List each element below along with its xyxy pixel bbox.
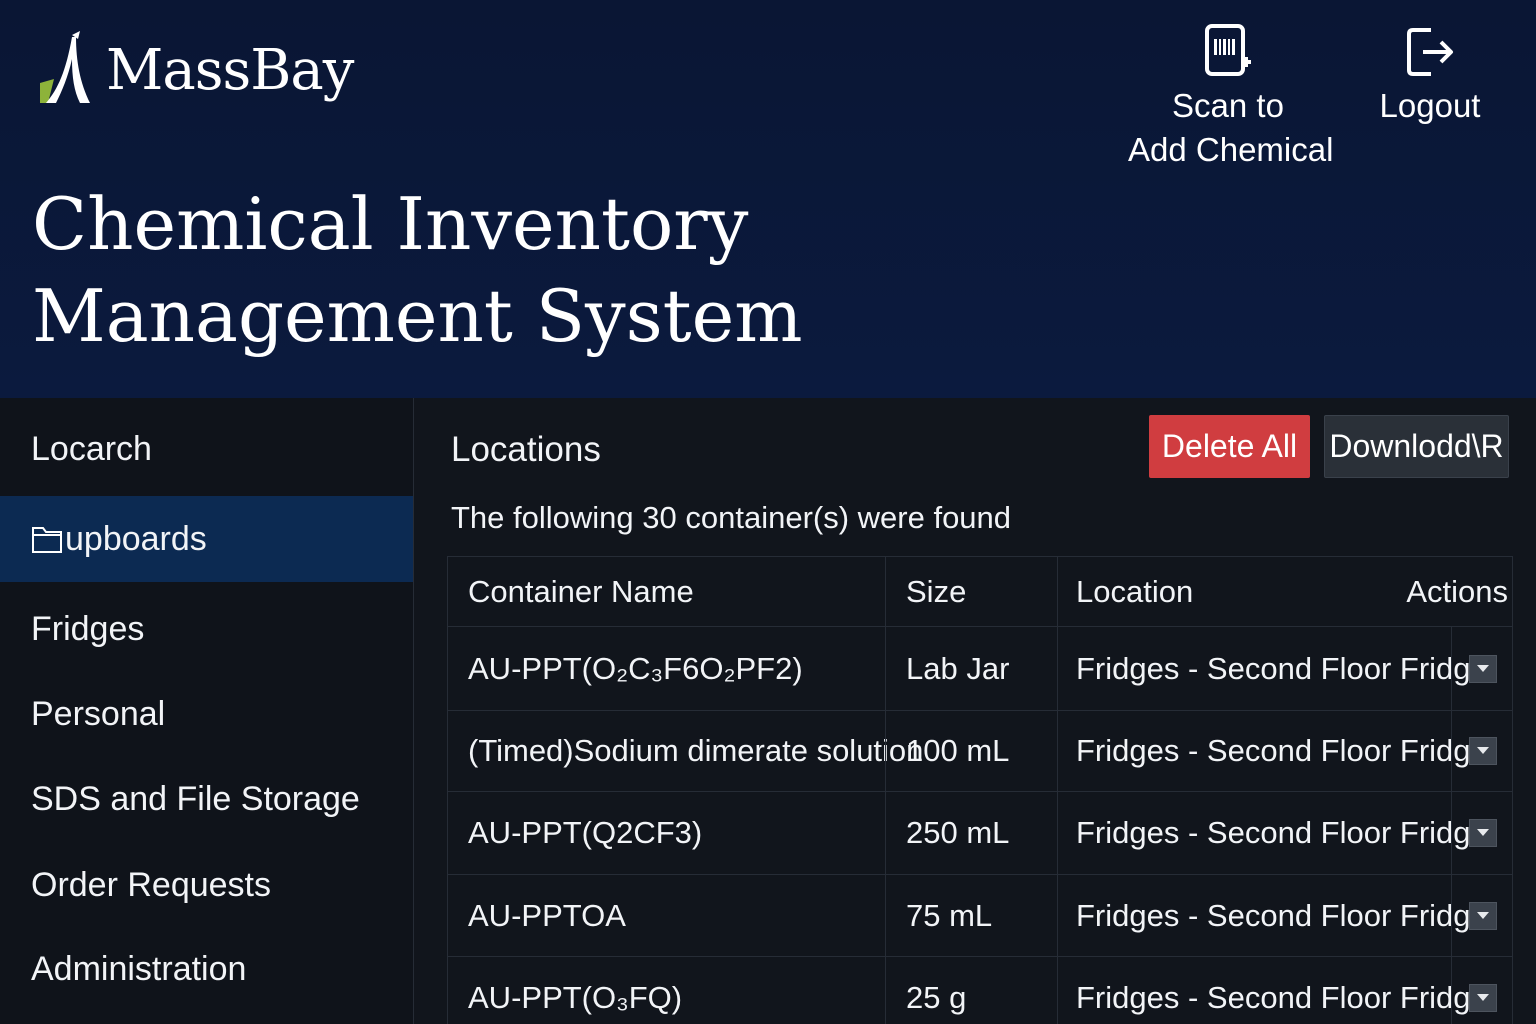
sidebar-item-personal[interactable]: Personal <box>0 671 413 757</box>
logout-icon <box>1407 28 1453 76</box>
table-row[interactable]: AU-PPTOA 75 mL Fridges - Second Floor Fr… <box>448 875 1512 957</box>
sidebar-item-label: upboards <box>65 519 207 558</box>
table-row[interactable]: AU-PPT(O₂C₃F6O₂PF2) Lab Jar Fridges - Se… <box>448 627 1512 711</box>
folder-icon <box>32 527 62 553</box>
logout-label: Logout <box>1379 87 1481 124</box>
chevron-down-icon <box>1477 664 1489 672</box>
location-cell: Fridges - Second Floor Fridge <box>1057 711 1488 791</box>
logout-button[interactable]: Logout <box>1370 26 1490 128</box>
chevron-down-icon <box>1477 747 1489 754</box>
table-row[interactable]: (Timed)Sodium dimerate solution 100 mL F… <box>448 711 1512 792</box>
actions-cell <box>1451 957 1512 1024</box>
container-name-cell: AU-PPT(O₂C₃F6O₂PF2) <box>468 650 803 686</box>
actions-cell <box>1451 627 1512 710</box>
column-header-size[interactable]: Size <box>885 557 1057 626</box>
table-row[interactable]: AU-PPT(O₃FQ) 25 g Fridges - Second Floor… <box>448 957 1512 1024</box>
brand-name: MassBay <box>106 37 354 103</box>
page-title: Chemical Inventory Management System <box>32 178 932 362</box>
location-cell: Fridges - Second Floor Fridge <box>1057 792 1488 874</box>
actions-cell <box>1451 792 1512 874</box>
table-row[interactable]: AU-PPT(Q2CF3) 250 mL Fridges - Second Fl… <box>448 792 1512 875</box>
containers-table: Container Name Size Location Actions AU-… <box>447 556 1513 1024</box>
row-actions-dropdown[interactable] <box>1469 654 1497 683</box>
location-cell: Fridges - Second Floor Fridge <box>1057 875 1488 956</box>
chevron-down-icon <box>1477 993 1489 1001</box>
location-cell: Fridges - Second Floor Fridge <box>1057 957 1488 1024</box>
size-cell: 25 g <box>885 957 1057 1024</box>
row-actions-dropdown[interactable] <box>1469 819 1497 847</box>
size-cell: 250 mL <box>885 792 1057 874</box>
container-name-cell: AU-PPT(O₃FQ) <box>468 979 683 1015</box>
column-header-actions: Actions <box>1406 573 1508 609</box>
chevron-down-icon <box>1477 829 1489 836</box>
row-actions-dropdown[interactable] <box>1469 737 1497 765</box>
scan-label-line-2: Add Chemical <box>1128 131 1334 168</box>
sidebar-item-fridges[interactable]: Fridges <box>0 586 413 672</box>
results-count-text: The following 30 container(s) were found <box>451 500 1012 535</box>
sidebar-item-sds-file-storage[interactable]: SDS and File Storage <box>0 756 413 842</box>
sidebar-item-label: Administration <box>31 949 247 988</box>
container-name-cell: AU-PPTOA <box>468 897 626 933</box>
sidebar-item-order-requests[interactable]: Order Requests <box>0 842 413 928</box>
row-actions-dropdown[interactable] <box>1469 983 1497 1012</box>
size-cell: 100 mL <box>885 711 1057 791</box>
page-title-line-1: Chemical Inventory <box>32 182 749 266</box>
app-header: MassBay Chemical Inventory Management Sy… <box>0 0 1536 398</box>
size-cell: Lab Jar <box>885 627 1057 710</box>
table-header-row: Container Name Size Location Actions <box>448 557 1512 627</box>
sidebar: Locarch upboards Fridges Personal SDS an… <box>0 398 414 1024</box>
actions-cell <box>1451 711 1512 791</box>
sidebar-item-label: Locarch <box>31 429 152 468</box>
row-actions-dropdown[interactable] <box>1469 901 1497 930</box>
barcode-scan-icon <box>1205 24 1251 76</box>
sidebar-item-cupboards[interactable]: upboards <box>0 496 413 582</box>
page-title-line-2: Management System <box>32 274 803 358</box>
section-title: Locations <box>451 430 601 469</box>
sidebar-item-locarch[interactable]: Locarch <box>0 406 413 492</box>
location-cell: Fridges - Second Floor Fridge <box>1057 627 1488 710</box>
sidebar-item-administration[interactable]: Administration <box>0 926 413 1012</box>
sidebar-item-label: SDS and File Storage <box>31 779 360 818</box>
main-content: Locations Delete All Downlodd\R The foll… <box>414 398 1536 1024</box>
sidebar-item-label: Personal <box>31 694 166 733</box>
column-header-location[interactable]: Location <box>1057 557 1394 626</box>
sidebar-item-label: Order Requests <box>31 865 271 904</box>
size-cell: 75 mL <box>885 875 1057 956</box>
container-name-cell: AU-PPT(Q2CF3) <box>468 815 703 850</box>
download-button[interactable]: Downlodd\R <box>1324 415 1509 478</box>
brand[interactable]: MassBay <box>36 30 354 110</box>
massbay-logo-icon <box>40 31 90 103</box>
scan-to-add-chemical-button[interactable]: Scan to Add Chemical <box>1128 24 1334 172</box>
sidebar-item-label: Fridges <box>31 609 145 648</box>
container-name-cell: (Timed)Sodium dimerate solution <box>468 733 924 768</box>
scan-label-line-1: Scan to <box>1172 87 1284 124</box>
actions-cell <box>1451 875 1512 956</box>
delete-all-button[interactable]: Delete All <box>1149 415 1310 478</box>
chevron-down-icon <box>1477 911 1489 919</box>
column-header-container-name[interactable]: Container Name <box>448 557 885 626</box>
